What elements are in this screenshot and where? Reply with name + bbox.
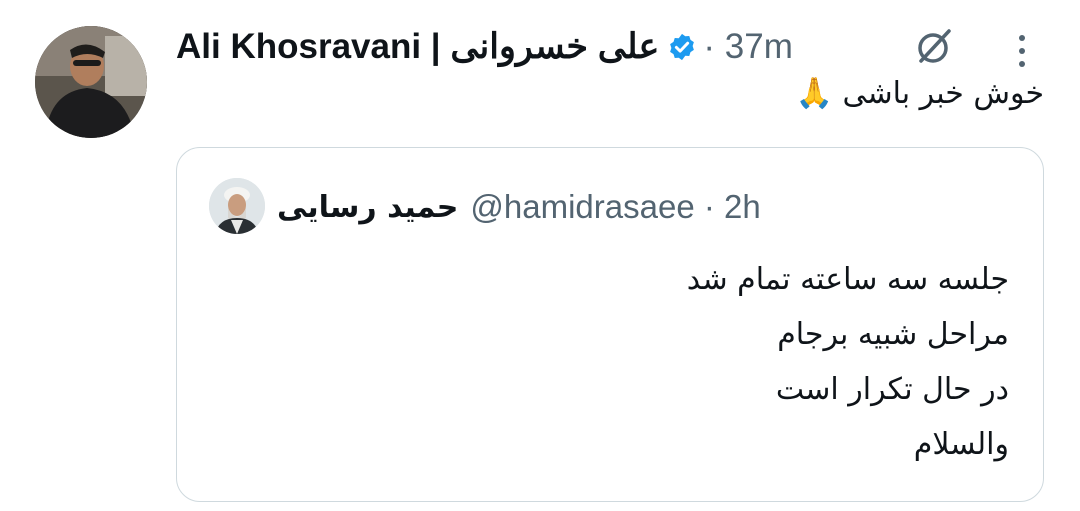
tweet-header: Ali Khosravani | علی خسروانی · 37m	[176, 22, 793, 72]
quoted-avatar-photo	[209, 178, 265, 234]
tweet-timestamp[interactable]: · 37m	[703, 27, 792, 67]
quoted-author-avatar[interactable]	[209, 178, 265, 234]
author-avatar[interactable]	[35, 26, 147, 138]
tweet-text: خوش خبر باشی 🙏	[795, 76, 1044, 111]
grok-icon[interactable]	[912, 25, 956, 69]
verified-badge-icon	[670, 33, 695, 61]
author-name[interactable]: Ali Khosravani | علی خسروانی	[176, 27, 659, 67]
quoted-text-line: مراحل شبیه برجام	[777, 317, 1009, 352]
quoted-text-line: در حال تکرار است	[775, 372, 1009, 407]
quoted-handle-time: @hamidrasaee · 2h	[470, 188, 761, 225]
quoted-tweet-card[interactable]: حمید رسایی @hamidrasaee · 2h جلسه سه ساع…	[176, 147, 1044, 502]
quoted-text-line: جلسه سه ساعته تمام شد	[686, 262, 1009, 297]
quoted-tweet-header: حمید رسایی @hamidrasaee · 2h	[277, 184, 761, 230]
quoted-text-line: والسلام	[913, 427, 1009, 462]
quoted-tweet-text: جلسه سه ساعته تمام شد مراحل شبیه برجام د…	[687, 252, 1009, 472]
quoted-author-name[interactable]: حمید رسایی	[277, 190, 458, 225]
avatar-photo	[35, 26, 147, 138]
more-options-icon[interactable]	[1016, 33, 1028, 69]
